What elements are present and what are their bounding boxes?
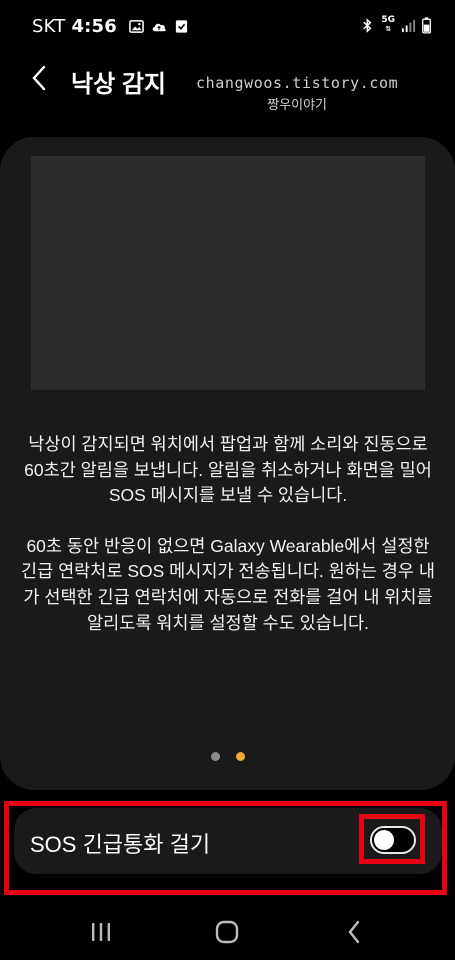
description-paragraph-2: 60초 동안 반응이 없으면 Galaxy Wearable에서 설정한 긴급 …: [21, 535, 435, 633]
battery-icon: [422, 16, 431, 34]
watermark-name: 짱우이야기: [267, 98, 328, 113]
illustration-placeholder: [31, 156, 425, 390]
description: 낙상이 감지되면 워치에서 팝업과 함께 소리와 진동으로 60초간 알림을 보…: [18, 432, 438, 636]
info-card: 낙상이 감지되면 워치에서 팝업과 함께 소리와 진동으로 60초간 알림을 보…: [0, 137, 455, 790]
clock: 4:56: [71, 16, 118, 37]
status-bar: SKT 4:56 5G ⇅: [0, 0, 455, 54]
description-paragraph-1: 낙상이 감지되면 워치에서 팝업과 함께 소리와 진동으로 60초간 알림을 보…: [24, 434, 432, 506]
navigation-bar: [0, 900, 455, 960]
recents-icon[interactable]: [86, 918, 116, 946]
page-title: 낙상 감지: [71, 71, 166, 98]
watermark-url: changwoos.tistory.com: [196, 74, 399, 92]
bluetooth-icon: [363, 17, 372, 33]
network-type: 5G: [381, 15, 395, 25]
highlight-box-toggle: [359, 814, 425, 864]
back-nav-icon[interactable]: [340, 918, 370, 946]
notification-icons: [129, 19, 189, 34]
watermark: changwoos.tistory.com 짱우이야기: [196, 74, 398, 113]
status-left: SKT 4:56: [32, 16, 189, 37]
page-indicator: [0, 752, 455, 761]
cloud-icon: [152, 23, 166, 32]
gallery-icon: [129, 20, 144, 33]
home-icon[interactable]: [212, 918, 242, 946]
check-icon: [175, 20, 188, 33]
page-dot-2[interactable]: [235, 752, 245, 761]
app-header: 낙상 감지 changwoos.tistory.com 짱우이야기: [0, 54, 455, 114]
carrier-label: SKT: [32, 16, 66, 37]
status-right: 5G ⇅: [360, 16, 431, 34]
network-icon: 5G ⇅: [381, 15, 395, 34]
signal-icon: [401, 19, 416, 32]
back-arrow-icon[interactable]: [26, 64, 56, 94]
page-dot-1[interactable]: [210, 752, 220, 761]
